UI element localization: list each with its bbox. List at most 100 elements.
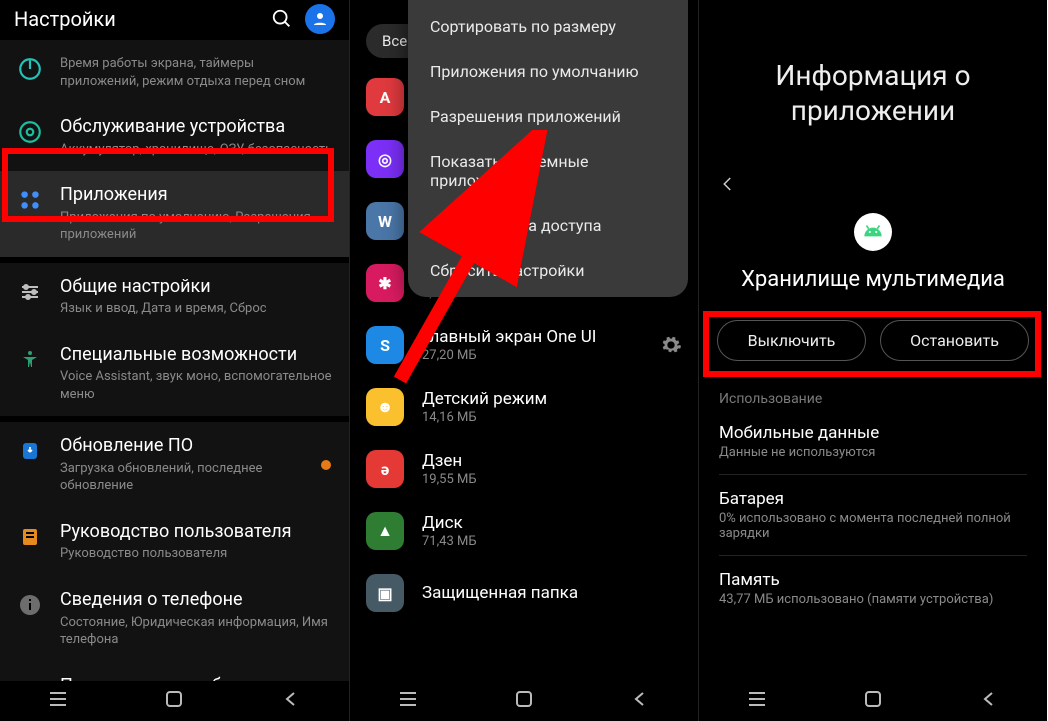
app-row[interactable]: ▲ Диск71,43 МБ [350,500,698,562]
app-icon: ▲ [366,512,404,550]
stat-title: Мобильные данные [719,423,1027,443]
nav-recents[interactable] [398,691,418,711]
nav-back[interactable] [281,689,301,713]
item-title: Обновление ПО [60,435,333,458]
settings-item-general[interactable]: Общие настройки Язык и ввод, Дата и врем… [0,263,349,331]
stat-storage[interactable]: Память 43,77 МБ использовано (памяти уст… [699,560,1047,617]
item-sub: Состояние, Юридическая информация, Имя т… [60,614,333,649]
menu-item-default-apps[interactable]: Приложения по умолчанию [408,49,688,94]
filter-label: Все [382,32,407,50]
item-title: Общие настройки [60,276,333,299]
settings-item-digital-wellbeing[interactable]: Время работы экрана, таймеры приложений,… [0,40,349,103]
nav-bar [350,681,698,721]
stat-mobile-data[interactable]: Мобильные данные Данные не используются [699,413,1047,470]
settings-item-user-manual[interactable]: Руководство пользователя Руководство пол… [0,508,349,576]
app-icon: ◎ [366,140,404,178]
page-title: Настройки [14,7,271,31]
back-button[interactable] [699,168,1047,199]
item-sub: Руководство пользователя [60,545,333,563]
item-title: Сведения о телефоне [60,589,333,612]
accessibility-icon [16,346,44,374]
nav-back[interactable] [630,689,650,713]
app-icon: ✱ [366,264,404,302]
divider [719,555,1027,556]
app-row[interactable]: S Главный экран One UI27,20 МБ [350,314,698,376]
app-row[interactable]: ▣Защищенная папка [350,562,698,624]
item-title: Обслуживание устройства [60,116,333,139]
item-sub: Время работы экрана, таймеры приложений,… [60,55,333,90]
app-size: 71,43 МБ [422,534,477,549]
item-title: Руководство пользователя [60,521,333,544]
gear-icon[interactable] [660,334,682,356]
force-stop-button[interactable]: Остановить [880,320,1029,361]
settings-item-apps[interactable]: Приложения Приложения по умолчанию, Разр… [0,171,349,257]
page-title: Информация о приложении [699,0,1047,168]
stat-sub: 0% использовано с момента последней полн… [719,511,1027,541]
item-sub: Язык и ввод, Дата и время, Сброс [60,300,333,318]
settings-group-2: Общие настройки Язык и ввод, Дата и врем… [0,263,349,417]
app-row[interactable]: ☻ Детский режим14,16 МБ [350,376,698,438]
nav-home[interactable] [164,689,184,713]
settings-item-software-update[interactable]: Обновление ПО Загрузка обновлений, после… [0,422,349,508]
item-sub: Voice Assistant, звук моно, вспомогатель… [60,368,333,403]
nav-recents[interactable] [747,691,767,711]
nav-bar [0,681,349,721]
app-name: Дзен [422,451,477,471]
divider [719,474,1027,475]
nav-recents[interactable] [48,691,68,711]
app-icon: S [366,326,404,364]
menu-item-sort-by-size[interactable]: Сортировать по размеру [408,4,688,49]
menu-item-app-permissions[interactable]: Разрешения приложений [408,94,688,139]
nav-bar [699,681,1047,721]
app-name: Главный экран One UI [422,327,596,347]
settings-screen: Настройки Время работы экрана, таймеры п… [0,0,349,721]
android-icon [854,213,892,251]
app-size: 19,55 МБ [422,472,477,487]
settings-item-device-care[interactable]: Обслуживание устройства Аккумулятор, хра… [0,103,349,171]
nav-back[interactable] [979,689,999,713]
manual-icon [16,523,44,551]
item-sub: Загрузка обновлений, последнее обновлени… [60,460,333,495]
app-icon: ә [366,450,404,488]
menu-item-special-access[interactable]: Особые права доступа [408,203,688,248]
settings-item-accessibility[interactable]: Специальные возможности Voice Assistant,… [0,331,349,417]
app-size: 27,20 МБ [422,348,596,363]
app-icon: ☻ [366,388,404,426]
stat-battery[interactable]: Батарея 0% использовано с момента послед… [699,479,1047,551]
header: Настройки [0,0,349,40]
device-care-icon [16,118,44,146]
nav-home[interactable] [514,689,534,713]
stat-sub: Данные не используются [719,445,1027,460]
item-title: Приложения [60,184,333,207]
sliders-icon [16,278,44,306]
software-update-icon [16,437,44,465]
item-sub: Приложения по умолчанию, Разрешения прил… [60,209,333,244]
app-name: Детский режим [422,389,547,409]
search-icon[interactable] [271,8,293,30]
overflow-menu: Сортировать по размеру Приложения по умо… [408,0,688,297]
usage-section-label: Использование [699,373,1047,413]
settings-group-1: Время работы экрана, таймеры приложений,… [0,40,349,257]
app-info-screen: Информация о приложении Хранилище мульти… [698,0,1047,721]
menu-item-reset-settings[interactable]: Сбросить настройки [408,248,688,293]
item-title: Специальные возможности [60,344,333,367]
apps-screen: Все ▾ АА◎WВКонтакте167 МБ✱Галерея1,47 МБ… [349,0,698,721]
app-name: Защищенная папка [422,583,578,603]
disable-button[interactable]: Выключить [717,320,866,361]
apps-icon [16,186,44,214]
menu-item-show-system-apps[interactable]: Показать системные приложения [408,139,688,203]
app-name: Диск [422,513,477,533]
app-icon: А [366,78,404,116]
stat-title: Память [719,570,1027,590]
app-row[interactable]: ә Дзен19,55 МБ [350,438,698,500]
app-size: 14,16 МБ [422,410,547,425]
info-icon [16,591,44,619]
nav-home[interactable] [863,689,883,713]
settings-item-about-phone[interactable]: Сведения о телефоне Состояние, Юридическ… [0,576,349,662]
account-avatar[interactable] [305,4,335,34]
action-buttons: Выключить Остановить [699,308,1047,373]
app-icon: W [366,202,404,240]
power-icon [16,55,44,83]
settings-group-3: Обновление ПО Загрузка обновлений, после… [0,422,349,721]
stat-title: Батарея [719,489,1027,509]
